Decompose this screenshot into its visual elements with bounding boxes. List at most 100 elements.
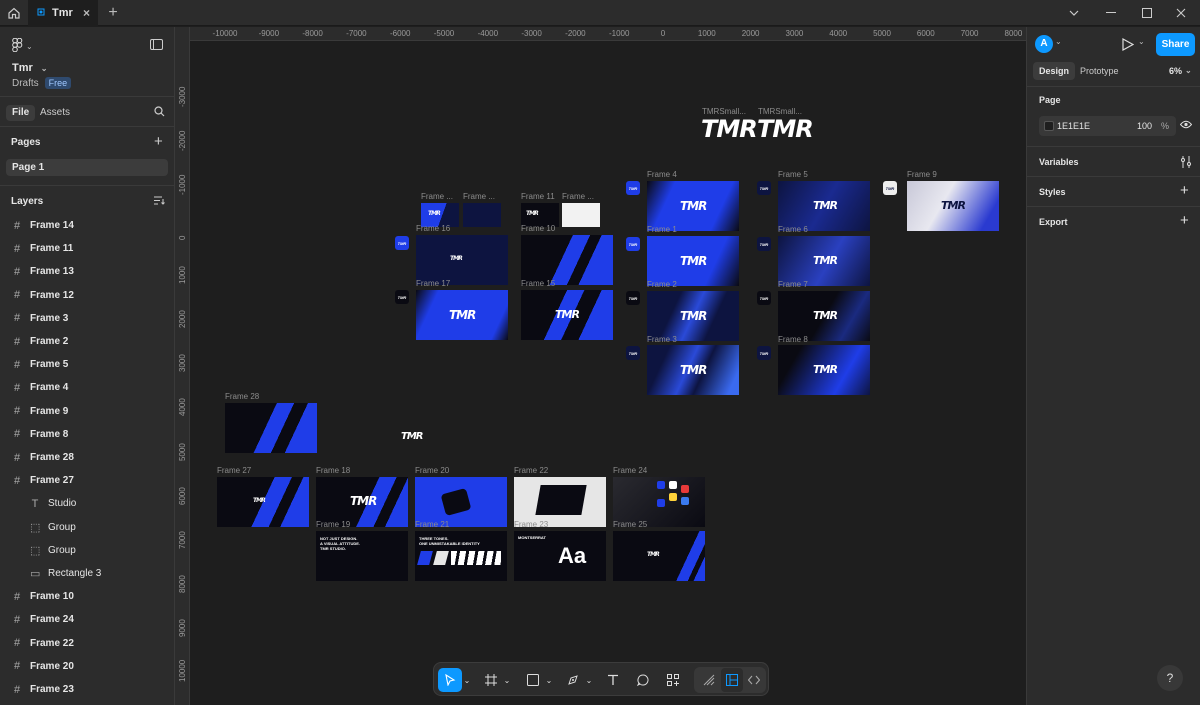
close-window-button[interactable] [1162,0,1200,26]
design-mode-button[interactable] [721,668,743,692]
actions-button[interactable] [662,668,684,692]
frame-21[interactable]: THREE TONES. ONE UNMISTAKABLE IDENTITY [415,531,507,581]
layer-item[interactable]: # Frame 12 [0,284,175,307]
color-swatch[interactable] [1044,121,1054,131]
frame-label[interactable]: Frame 27 [217,466,251,475]
layer-item[interactable]: ⬚ Group [0,516,175,539]
tmr-icon-tile[interactable]: TMR [757,346,771,360]
frame-8[interactable]: TMR [778,345,870,395]
tab-prototype[interactable]: Prototype [1080,62,1119,80]
new-tab-button[interactable]: + [104,4,122,22]
frame-27[interactable]: TMR [217,477,309,527]
frame-tool-button[interactable] [480,668,502,692]
tmr-icon-tile[interactable]: TMR [757,237,771,251]
move-tool-button[interactable] [438,668,462,692]
frame-label[interactable]: Frame 16 [416,224,450,233]
chevron-down-icon[interactable]: ⌄ [544,668,554,692]
text-tool-button[interactable] [602,668,624,692]
frame-label[interactable]: Frame 21 [415,520,449,529]
eye-icon[interactable] [1179,120,1193,132]
page-item[interactable]: Page 1 [6,159,168,176]
add-page-button[interactable]: + [154,133,163,150]
layer-item[interactable]: # Frame 22 [0,632,175,655]
page-opacity[interactable]: 100 [1137,121,1152,131]
tmr-icon-tile[interactable]: TMR [395,290,409,304]
frame-label[interactable]: Frame 23 [514,520,548,529]
frame-label[interactable]: Frame 3 [647,335,677,344]
page-color-hex[interactable]: 1E1E1E [1057,121,1090,131]
draw-mode-button[interactable] [698,668,720,692]
canvas[interactable]: TMRSmall... TMRSmall... TMR TMR Frame ..… [190,41,1026,705]
layer-item[interactable]: # Frame 27 [0,469,175,492]
layer-item[interactable]: # Frame 5 [0,353,175,376]
frame-label[interactable]: Frame 15 [521,279,555,288]
frame-label[interactable]: Frame ... [463,192,495,201]
sidebar-toggle-icon[interactable] [150,39,163,53]
layer-item[interactable]: # Frame 2 [0,330,175,353]
present-icon[interactable] [1122,37,1135,54]
frame-9[interactable]: TMR [907,181,999,231]
add-style-button[interactable]: + [1180,182,1189,199]
tab-assets[interactable]: Assets [40,105,70,121]
chevron-down-icon[interactable] [1055,0,1093,26]
add-export-button[interactable]: + [1180,212,1189,229]
home-icon[interactable] [0,0,28,26]
maximize-button[interactable] [1128,0,1166,26]
layer-item[interactable]: # Frame 13 [0,260,175,283]
dev-mode-button[interactable] [743,668,765,692]
frame-label[interactable]: Frame 22 [514,466,548,475]
layer-item[interactable]: # Frame 24 [0,608,175,631]
tmr-logo-alt[interactable]: TMR [757,115,814,143]
pen-tool-button[interactable] [562,668,584,692]
frame-label[interactable]: Frame 9 [907,170,937,179]
frame-label[interactable]: Frame 24 [613,466,647,475]
frame-small-d[interactable] [562,203,600,227]
tmr-icon-tile[interactable]: TMR [626,181,640,195]
file-tab[interactable]: Tmr × [28,0,98,26]
tmr-icon-tile[interactable]: TMR [883,181,897,195]
frame-23[interactable]: MONTSERRAT Aa [514,531,606,581]
frame-label[interactable]: Frame 17 [416,279,450,288]
variables-icon[interactable] [1180,156,1192,171]
frame-label[interactable]: Frame 4 [647,170,677,179]
frame-6[interactable]: TMR [778,236,870,286]
frame-label[interactable]: Frame 6 [778,225,808,234]
layer-item[interactable]: # Frame 3 [0,307,175,330]
chevron-down-icon[interactable]: ⌄ [1138,37,1145,46]
layer-item[interactable]: # Frame 20 [0,655,175,678]
frame-label[interactable]: Frame 11 [521,192,555,201]
chevron-down-icon[interactable]: ⌄ [462,668,472,692]
layer-item[interactable]: # Frame 10 [0,585,175,608]
file-name[interactable]: Tmr ⌄ [12,62,47,74]
frame-25[interactable]: TMR [613,531,705,581]
frame-label[interactable]: Frame 7 [778,280,808,289]
layer-item[interactable]: # Frame 11 [0,237,175,260]
layer-item[interactable]: # Frame 23 [0,678,175,701]
shape-tool-button[interactable] [522,668,544,692]
tmr-logo-main[interactable]: TMR [701,115,758,143]
frame-label[interactable]: Frame ... [562,192,594,201]
chevron-down-icon[interactable]: ⌄ [584,668,594,692]
frame-label[interactable]: Frame 8 [778,335,808,344]
frame-4[interactable]: TMR [647,181,739,231]
tmr-icon-tile[interactable]: TMR [757,291,771,305]
tmr-icon-tile[interactable]: TMR [626,237,640,251]
frame-5[interactable]: TMR [778,181,870,231]
chevron-down-icon[interactable]: ⌄ [1055,37,1062,46]
frame-label[interactable]: Frame 2 [647,280,677,289]
frame-7[interactable]: TMR [778,291,870,341]
frame-small-b[interactable] [463,203,501,227]
frame-label[interactable]: Frame 28 [225,392,259,401]
frame-19[interactable]: NOT JUST DESIGN. A VISUAL ATTITUDE. TMR … [316,531,408,581]
main-menu-button[interactable]: ⌄ [12,37,33,55]
frame-label[interactable]: Frame 10 [521,224,555,233]
page-color-field[interactable]: 1E1E1E 100 % [1039,116,1176,136]
frame-16[interactable]: TMR [416,235,508,285]
tab-file[interactable]: File [6,105,36,121]
share-button[interactable]: Share [1156,33,1195,56]
frame-15[interactable]: TMR [521,290,613,340]
variables-title[interactable]: Variables [1039,157,1079,167]
frame-label[interactable]: Frame ... [421,192,453,201]
layer-item[interactable]: T Studio [0,492,175,515]
tmr-icon-tile[interactable]: TMR [626,291,640,305]
